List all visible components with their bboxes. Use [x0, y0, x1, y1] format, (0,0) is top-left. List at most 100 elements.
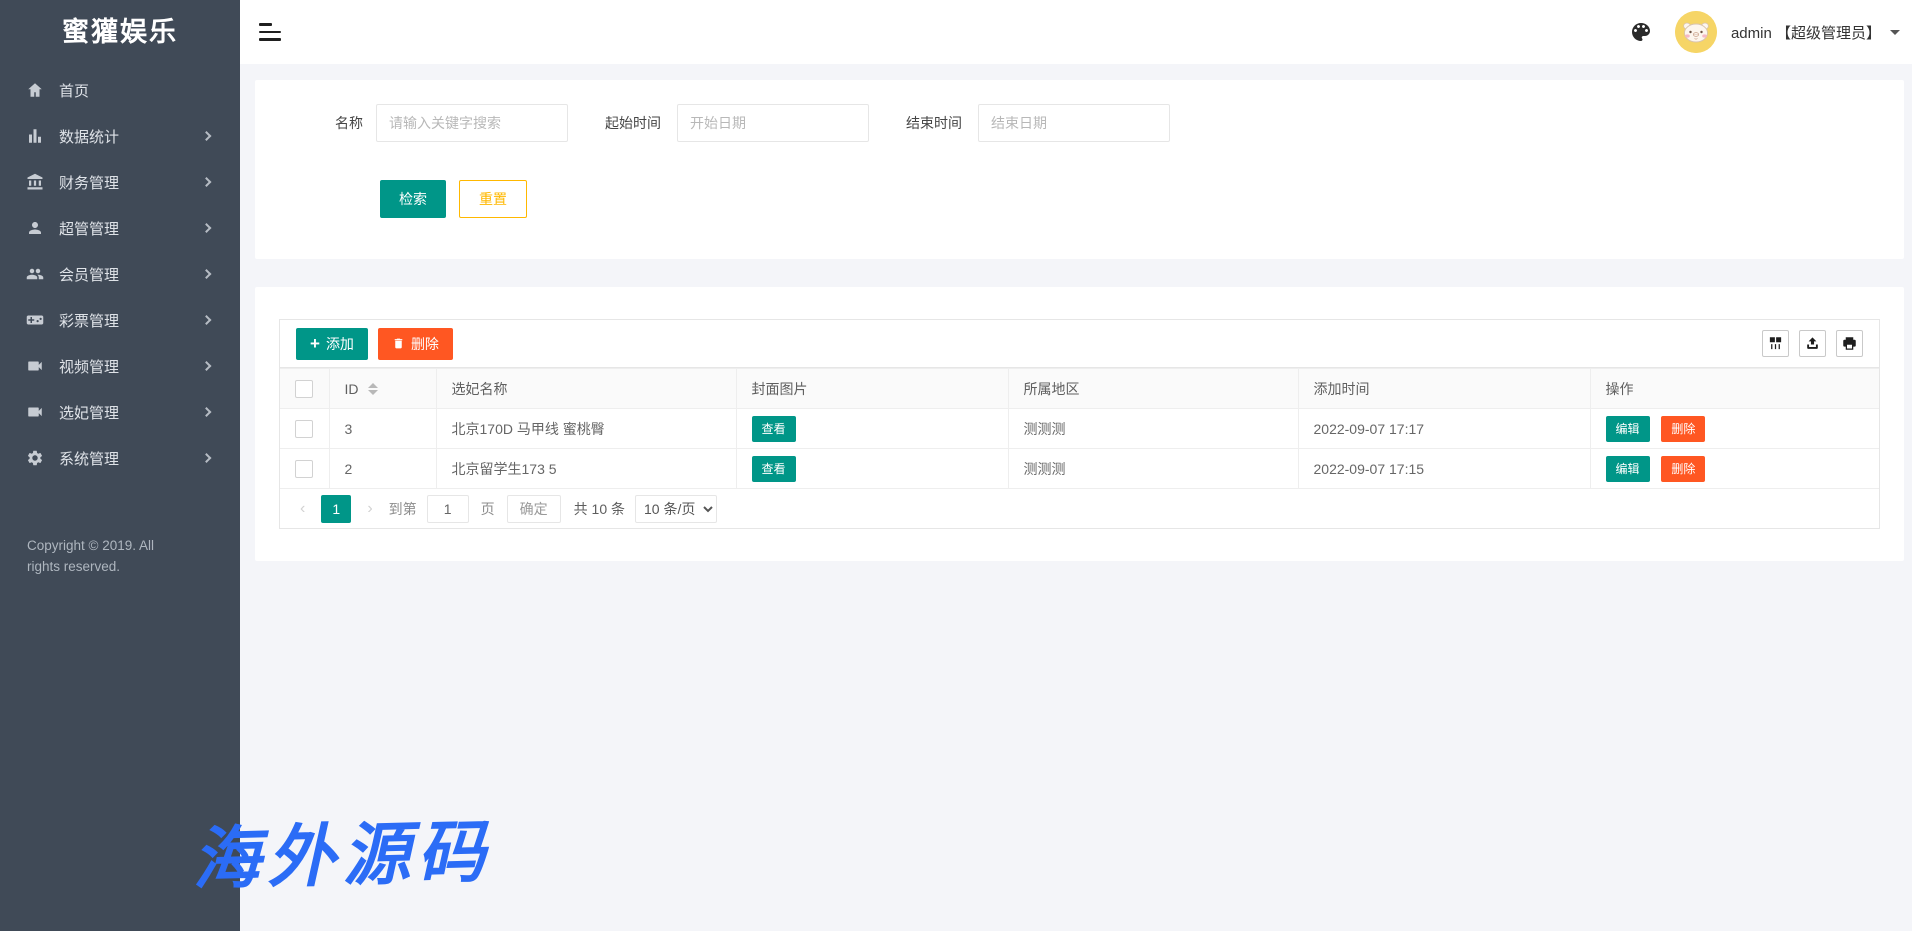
sidebar-item-video[interactable]: 视频管理	[0, 343, 240, 389]
search-panel: 名称 起始时间 结束时间 检索 重置	[255, 80, 1904, 259]
avatar[interactable]	[1675, 11, 1717, 53]
sidebar-item-label: 选妃管理	[59, 402, 119, 423]
brand-logo: 蜜獾娱乐	[0, 0, 240, 64]
data-table: ID 选妃名称 封面图片 所属地区 添加时间 操作 3	[280, 368, 1879, 489]
menu-toggle-icon[interactable]	[259, 23, 281, 41]
user-menu[interactable]: admin 【超级管理员】	[1731, 22, 1881, 43]
view-cover-button[interactable]: 查看	[752, 416, 796, 442]
row-checkbox[interactable]	[295, 460, 313, 478]
chevron-right-icon	[202, 407, 212, 417]
trash-icon	[392, 337, 405, 350]
sidebar-item-members[interactable]: 会员管理	[0, 251, 240, 297]
end-date-input[interactable]	[978, 104, 1170, 142]
column-header-id: ID	[345, 381, 359, 397]
column-header-name: 选妃名称	[436, 369, 736, 409]
reset-button[interactable]: 重置	[459, 180, 527, 218]
keyword-input[interactable]	[376, 104, 568, 142]
gamepad-icon	[26, 311, 44, 329]
topbar: admin 【超级管理员】	[240, 0, 1912, 64]
delete-button-label: 删除	[411, 334, 439, 354]
sidebar-item-superadmin[interactable]: 超管管理	[0, 205, 240, 251]
cell-name: 北京留学生173 5	[436, 449, 736, 489]
sidebar-item-label: 视频管理	[59, 356, 119, 377]
start-date-input[interactable]	[677, 104, 869, 142]
table-tool-icons	[1752, 330, 1863, 357]
sidebar-nav: 首页 数据统计 财务管理 超管管理 会员管理 彩票管理	[0, 67, 240, 481]
export-icon[interactable]	[1799, 330, 1826, 357]
sidebar-item-finance[interactable]: 财务管理	[0, 159, 240, 205]
sidebar-item-statistics[interactable]: 数据统计	[0, 113, 240, 159]
cell-id: 3	[329, 409, 436, 449]
goto-prefix-label: 到第	[389, 499, 417, 519]
cell-name: 北京170D 马甲线 蜜桃臀	[436, 409, 736, 449]
sidebar-item-xuanfei[interactable]: 选妃管理	[0, 389, 240, 435]
delete-button[interactable]: 删除	[378, 328, 453, 360]
per-page-select[interactable]: 10 条/页	[635, 495, 717, 523]
chevron-right-icon	[202, 223, 212, 233]
users-icon	[26, 265, 44, 283]
sidebar-item-system[interactable]: 系统管理	[0, 435, 240, 481]
sidebar: 蜜獾娱乐 首页 数据统计 财务管理 超管管理 会员管理 彩票	[0, 0, 240, 931]
print-icon[interactable]	[1836, 330, 1863, 357]
edit-button[interactable]: 编辑	[1606, 456, 1650, 482]
end-time-label: 结束时间	[906, 113, 962, 133]
current-page-button[interactable]: 1	[321, 495, 351, 523]
sidebar-item-label: 数据统计	[59, 126, 119, 147]
next-page-icon[interactable]: ›	[363, 500, 376, 518]
home-icon	[26, 81, 44, 99]
name-label: 名称	[335, 113, 363, 133]
caret-down-icon	[1890, 30, 1900, 35]
user-icon	[26, 219, 44, 237]
pagination: ‹ 1 › 到第 页 确定 共 10 条 10 条/页	[280, 489, 1879, 528]
search-button[interactable]: 检索	[380, 180, 446, 218]
palette-icon[interactable]	[1629, 20, 1653, 44]
chevron-right-icon	[202, 177, 212, 187]
topbar-right: admin 【超级管理员】	[1629, 11, 1900, 53]
start-time-label: 起始时间	[605, 113, 661, 133]
column-header-cover: 封面图片	[736, 369, 1008, 409]
search-buttons-row: 检索 重置	[380, 180, 1904, 218]
table-toolbar: + 添加 删除	[280, 320, 1879, 368]
gear-icon	[26, 449, 44, 467]
prev-page-icon[interactable]: ‹	[296, 500, 309, 518]
table-row: 2 北京留学生173 5 查看 测测测 2022-09-07 17:15 编辑 …	[280, 449, 1879, 489]
sort-icon[interactable]	[368, 383, 378, 395]
add-button[interactable]: + 添加	[296, 328, 368, 360]
sidebar-item-label: 财务管理	[59, 172, 119, 193]
edit-button[interactable]: 编辑	[1606, 416, 1650, 442]
goto-page-input[interactable]	[427, 495, 469, 523]
view-cover-button[interactable]: 查看	[752, 456, 796, 482]
table-container: + 添加 删除	[279, 319, 1880, 529]
goto-confirm-button[interactable]: 确定	[507, 495, 561, 523]
cell-time: 2022-09-07 17:15	[1298, 449, 1590, 489]
chevron-right-icon	[202, 131, 212, 141]
sidebar-item-label: 彩票管理	[59, 310, 119, 331]
search-form-row: 名称 起始时间 结束时间	[335, 80, 1904, 142]
sidebar-item-label: 首页	[59, 80, 89, 101]
total-count-label: 共 10 条	[574, 499, 625, 519]
row-delete-button[interactable]: 删除	[1661, 456, 1705, 482]
chevron-right-icon	[202, 269, 212, 279]
row-checkbox[interactable]	[295, 420, 313, 438]
chevron-right-icon	[202, 315, 212, 325]
sidebar-item-label: 系统管理	[59, 448, 119, 469]
sidebar-item-home[interactable]: 首页	[0, 67, 240, 113]
copyright-text: Copyright © 2019. All rights reserved.	[0, 535, 185, 577]
sidebar-item-lottery[interactable]: 彩票管理	[0, 297, 240, 343]
column-header-time: 添加时间	[1298, 369, 1590, 409]
chevron-right-icon	[202, 361, 212, 371]
sidebar-item-label: 超管管理	[59, 218, 119, 239]
table-panel: + 添加 删除	[255, 287, 1904, 561]
plus-icon: +	[310, 335, 320, 352]
column-header-actions: 操作	[1590, 369, 1879, 409]
select-all-checkbox[interactable]	[295, 380, 313, 398]
chevron-right-icon	[202, 453, 212, 463]
table-row: 3 北京170D 马甲线 蜜桃臀 查看 测测测 2022-09-07 17:17…	[280, 409, 1879, 449]
main-content: 名称 起始时间 结束时间 检索 重置 + 添加 删除	[240, 64, 1912, 931]
columns-filter-icon[interactable]	[1762, 330, 1789, 357]
bar-chart-icon	[26, 127, 44, 145]
row-delete-button[interactable]: 删除	[1661, 416, 1705, 442]
column-header-region: 所属地区	[1008, 369, 1298, 409]
cell-id: 2	[329, 449, 436, 489]
bank-icon	[26, 173, 44, 191]
